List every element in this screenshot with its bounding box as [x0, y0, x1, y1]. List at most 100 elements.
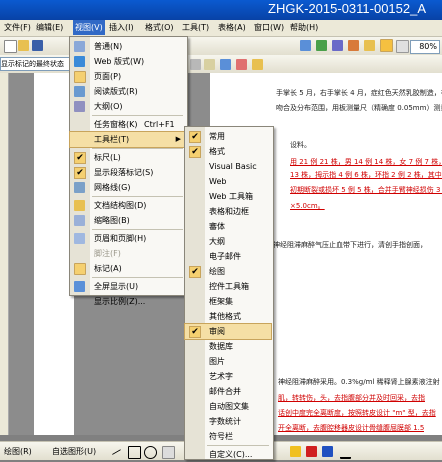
fill-color-icon[interactable]: [290, 446, 301, 457]
menu-bar: 文件(F) 编辑(E) 视图(V) 插入(I) 格式(O) 工具(T) 表格(A) 窗口(W)…: [0, 20, 442, 37]
toolbars_submenu-item-13[interactable]: ✔ 审阅: [184, 323, 272, 340]
menu-0[interactable]: 文件(F): [4, 22, 31, 33]
toolbars_submenu-item-9[interactable]: ✔ 绘图: [185, 264, 271, 279]
toolbars_submenu-item-3[interactable]: Web: [185, 174, 271, 189]
outline-view-icon: [74, 101, 85, 112]
toolbars_submenu-item-1[interactable]: ✔ 格式: [185, 144, 271, 159]
autoshapes-button[interactable]: 自选图形(U): [52, 446, 96, 457]
font-color-icon[interactable]: [220, 59, 231, 70]
font-color-draw-icon[interactable]: [322, 446, 333, 457]
line-icon[interactable]: [108, 443, 122, 456]
view_menu-item-label: 标尺(L): [94, 153, 121, 162]
view_menu-item-label: 任务窗格(K): [94, 120, 138, 129]
view_menu-item-3[interactable]: 阅读版式(R): [70, 84, 185, 99]
view_menu-item-7[interactable]: ✔ 标尺(L): [70, 150, 185, 165]
menu-2[interactable]: 视图(V): [73, 20, 105, 35]
drawing-icon[interactable]: [348, 40, 359, 51]
toolbars_submenu-item-5[interactable]: 表格和边框: [185, 204, 271, 219]
view_menu-item-4[interactable]: 大纲(O): [70, 99, 185, 114]
menu-8[interactable]: 帮助(H): [290, 22, 318, 33]
document-line: 设料。: [290, 141, 311, 149]
web-layout-icon: [74, 56, 85, 67]
zoom-combo[interactable]: 80%: [410, 40, 440, 54]
view_menu-item-12[interactable]: 页眉和页脚(H): [70, 231, 185, 246]
toolbars_submenu-item-7[interactable]: 大纲: [185, 234, 271, 249]
draw-menu-button[interactable]: 绘图(R): [4, 446, 32, 457]
toolbars_submenu-item-0[interactable]: ✔ 常用: [185, 129, 271, 144]
accept-change-icon[interactable]: [204, 59, 215, 70]
show-markup-icon[interactable]: [190, 59, 201, 70]
display-for-review-combo[interactable]: 显示标记的最终状态: [0, 57, 70, 71]
menu-7[interactable]: 窗口(W): [254, 22, 284, 33]
toolbars_submenu-item-label: 控件工具箱: [209, 282, 249, 291]
toolbars_submenu-item-20[interactable]: 符号栏: [185, 429, 271, 444]
menu-separator: [92, 115, 183, 116]
zoom-icon[interactable]: [396, 40, 409, 53]
document-line: 神经阻滞麻醉采用。0.3%g/ml 稀释肾上腺素液注射 5min。: [278, 378, 442, 386]
toolbars_submenu-item-16[interactable]: 艺术字: [185, 369, 271, 384]
columns-icon[interactable]: [332, 40, 343, 51]
menu-3[interactable]: 插入(I): [109, 22, 134, 33]
view_menu-item-10[interactable]: 文档结构图(D): [70, 198, 185, 213]
view_menu-item-label: 普通(N): [94, 42, 123, 51]
toolbars_submenu-item-6[interactable]: 審体: [185, 219, 271, 234]
view_menu-item-6[interactable]: 工具栏(T) ▶: [69, 131, 186, 148]
toolbars_submenu-item-4[interactable]: Web 工具箱: [185, 189, 271, 204]
document-line: 丛神经阻滞麻醉气压止血带下进行，清创手指创面，: [266, 241, 427, 249]
toolbars_submenu-item-label: Visual Basic: [209, 162, 257, 171]
check-icon: ✔: [189, 266, 201, 278]
menu-4[interactable]: 格式(O): [145, 22, 174, 33]
toolbars_submenu-item-18[interactable]: 自动图文集: [185, 399, 271, 414]
excel-icon[interactable]: [316, 40, 327, 51]
menu-6[interactable]: 表格(A): [218, 22, 246, 33]
toolbars_submenu-item-19[interactable]: 字数统计: [185, 414, 271, 429]
textbox-icon[interactable]: [162, 446, 175, 459]
toolbars_submenu-item-11[interactable]: 框架集: [185, 294, 271, 309]
toolbars_submenu-item-label: 图片: [209, 357, 225, 366]
save-icon[interactable]: [32, 40, 43, 51]
comment-icon[interactable]: [252, 59, 263, 70]
document-line: ×5.0cm。: [290, 202, 325, 210]
view_menu-item-9[interactable]: 网格线(G): [70, 180, 185, 195]
view_menu-item-11[interactable]: 缩略图(B): [70, 213, 185, 228]
open-folder-icon[interactable]: [18, 40, 29, 51]
toolbars_submenu-item-label: 电子邮件: [209, 252, 241, 261]
menu-1[interactable]: 编辑(E): [36, 22, 63, 33]
view_menu-item-13: 脚注(F): [70, 246, 185, 261]
check-icon: ✔: [189, 131, 201, 143]
fullscreen-icon: [74, 281, 85, 292]
view_menu-item-14[interactable]: 标记(A): [70, 261, 185, 276]
toolbars_submenu-item-14[interactable]: 数据库: [185, 339, 271, 354]
reject-change-icon[interactable]: [236, 59, 247, 70]
view_menu-item-2[interactable]: 页面(P): [70, 69, 185, 84]
toolbars_submenu-item-label: 艺术字: [209, 372, 233, 381]
toolbars_submenu-item-21[interactable]: 自定义(C)...: [185, 447, 271, 462]
view_menu-item-0[interactable]: 普通(N): [70, 39, 185, 54]
table-icon[interactable]: [300, 40, 311, 51]
document-line: 开全离断，去腹腔移器皮设计骨缝腹屈膜部 1.5: [278, 424, 425, 432]
menu-5[interactable]: 工具(T): [182, 22, 209, 33]
rectangle-icon[interactable]: [128, 446, 141, 459]
view_menu-item-8[interactable]: ✔ 显示段落标记(S): [70, 165, 185, 180]
line-style-icon[interactable]: [340, 446, 351, 459]
reviewing-toolbar: 显示标记的最终状态: [0, 55, 442, 74]
toolbars_submenu-item-10[interactable]: 控件工具箱: [185, 279, 271, 294]
toolbars_submenu-item-label: 框架集: [209, 297, 233, 306]
toolbars_submenu-item-8[interactable]: 电子邮件: [185, 249, 271, 264]
paragraph-mark-icon[interactable]: [380, 39, 393, 52]
view_menu-item-1[interactable]: Web 版式(W): [70, 54, 185, 69]
line-color-icon[interactable]: [306, 446, 317, 457]
oval-icon[interactable]: [144, 446, 157, 459]
toolbars_submenu-item-12[interactable]: 其他格式: [185, 309, 271, 324]
toolbars_submenu-item-15[interactable]: 图片: [185, 354, 271, 369]
view_menu-item-label: 页面(P): [94, 72, 122, 81]
view_menu-item-5[interactable]: 任务窗格(K) Ctrl+F1: [70, 117, 185, 132]
document-map-icon[interactable]: [364, 40, 375, 51]
submenu-arrow-icon: ▶: [175, 135, 181, 143]
view_menu-item-16[interactable]: 显示比例(Z)...: [70, 294, 185, 309]
toolbars_submenu-item-2[interactable]: Visual Basic: [185, 159, 271, 174]
thumbnails-icon: [74, 215, 85, 226]
view_menu-item-15[interactable]: 全屏显示(U): [70, 279, 185, 294]
toolbars_submenu-item-17[interactable]: 邮件合并: [185, 384, 271, 399]
new-document-icon[interactable]: [4, 40, 17, 53]
